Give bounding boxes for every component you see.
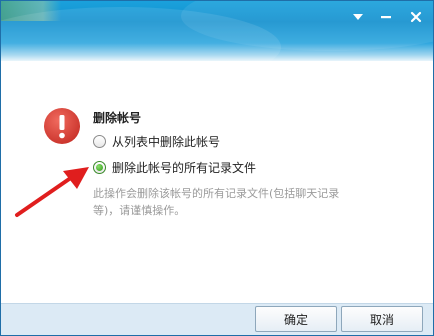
radio-button-checked[interactable] [93, 161, 106, 174]
title-bar [1, 1, 433, 87]
radio-button[interactable] [93, 135, 106, 148]
dialog-footer: 确定 取消 [1, 303, 433, 335]
cancel-button[interactable]: 取消 [341, 306, 423, 332]
option-label: 从列表中删除此帐号 [112, 135, 221, 149]
option-remove-from-list[interactable]: 从列表中删除此帐号 [93, 133, 220, 150]
ok-button[interactable]: 确定 [255, 306, 337, 332]
warning-description: 此操作会删除该帐号的所有记录文件(包括聊天记录等)，请谨慎操作。 [93, 187, 340, 217]
dialog-content: 删除帐号 从列表中删除此帐号 删除此帐号的所有记录文件 此操作会删除该帐号的所有… [1, 61, 433, 303]
close-button[interactable] [403, 7, 429, 27]
dialog-heading: 删除帐号 [93, 111, 142, 125]
minimize-icon [381, 16, 391, 19]
menu-dropdown-icon [353, 14, 363, 20]
alert-icon [44, 108, 80, 144]
red-arrow-icon [15, 167, 89, 217]
close-icon [410, 11, 422, 23]
menu-dropdown-button[interactable] [345, 7, 371, 27]
minimize-button[interactable] [373, 7, 399, 27]
option-delete-all-records[interactable]: 删除此帐号的所有记录文件 [93, 159, 256, 176]
option-label: 删除此帐号的所有记录文件 [112, 161, 257, 175]
delete-account-dialog: 删除帐号 从列表中删除此帐号 删除此帐号的所有记录文件 此操作会删除该帐号的所有… [0, 0, 434, 336]
